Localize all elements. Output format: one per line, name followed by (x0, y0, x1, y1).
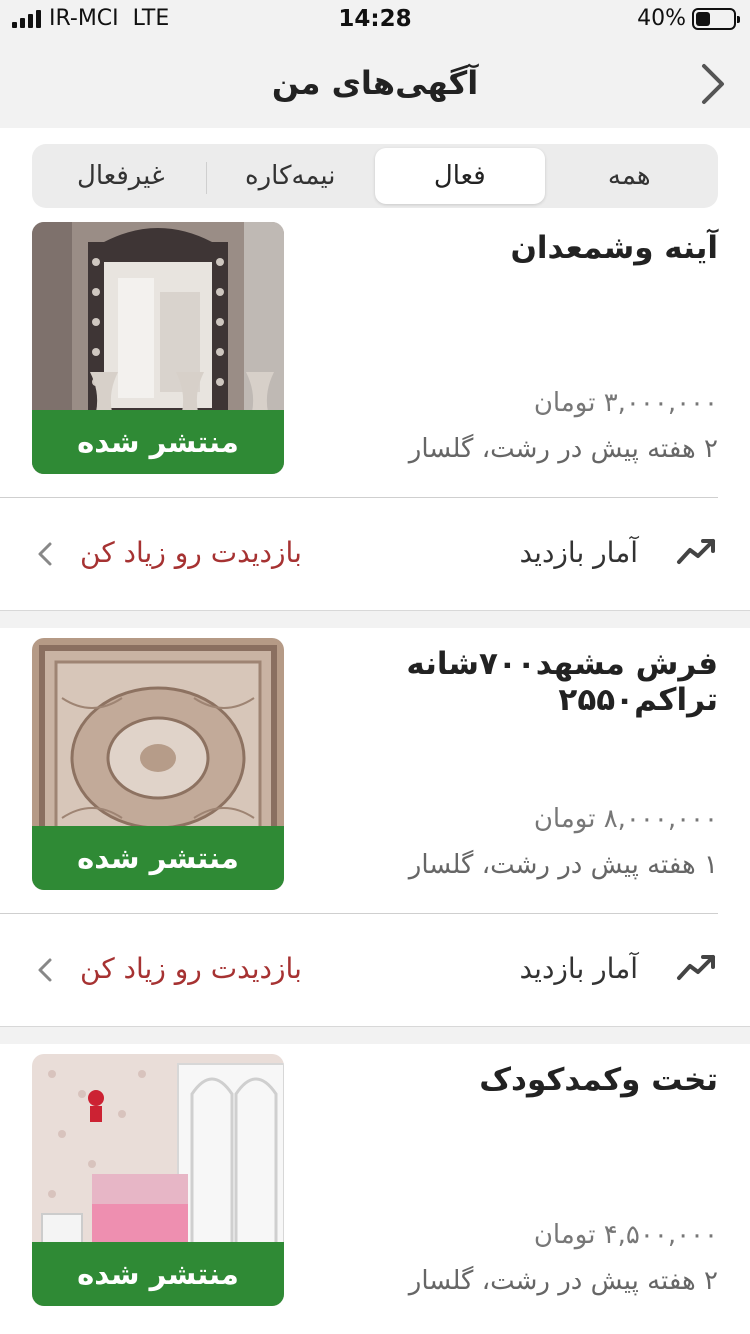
tab-all[interactable]: همه (545, 148, 715, 204)
listing-price: ۴,۵۰۰,۰۰۰ تومان (533, 1220, 718, 1250)
listing-card[interactable]: منتشر شده فرش مشهد۷۰۰شانه تراکم۲۵۵۰ ۸,۰۰… (0, 638, 750, 1044)
status-tabs: همه فعال نیمه‌کاره غیرفعال (32, 144, 718, 208)
tab-inactive[interactable]: غیرفعال (36, 148, 206, 204)
nav-bar: آگهی‌های من (0, 40, 750, 128)
trending-up-icon (677, 955, 715, 980)
tab-label: غیرفعال (76, 161, 165, 191)
listing-price: ۳,۰۰۰,۰۰۰ تومان (533, 388, 718, 418)
stats-link[interactable]: آمار بازدید (519, 952, 638, 985)
listing-title: فرش مشهد۷۰۰شانه تراکم۲۵۵۰ (406, 646, 718, 718)
listing-list: منتشر شده آینه وشمعدان ۳,۰۰۰,۰۰۰ تومان ۲… (0, 222, 750, 1330)
listing-price: ۸,۰۰۰,۰۰۰ تومان (533, 804, 718, 834)
status-badge: منتشر شده (32, 410, 284, 474)
tab-label: همه (607, 161, 651, 191)
listing-meta: ۲ هفته پیش در رشت، گلسار (408, 434, 718, 464)
status-right: 40% (637, 6, 740, 31)
boost-link[interactable]: بازدیدت رو زیاد کن (80, 952, 302, 985)
listing-title: آینه وشمعدان (510, 230, 718, 266)
chevron-left-icon[interactable] (36, 540, 54, 568)
tab-draft[interactable]: نیمه‌کاره (205, 148, 376, 204)
tab-active[interactable]: فعال (375, 148, 545, 204)
listing-card[interactable]: منتشر شده آینه وشمعدان ۳,۰۰۰,۰۰۰ تومان ۲… (0, 222, 750, 628)
battery-icon (692, 7, 740, 30)
listing-actions: آمار بازدید بازدیدت رو زیاد کن (0, 914, 750, 1026)
chevron-left-icon[interactable] (36, 956, 54, 984)
boost-link[interactable]: بازدیدت رو زیاد کن (80, 536, 302, 569)
listing-actions: آمار بازدید بازدیدت رو زیاد کن (0, 498, 750, 610)
section-gap (0, 1026, 750, 1044)
status-badge: منتشر شده (32, 826, 284, 890)
status-bar: IR-MCI LTE 14:28 40% (0, 0, 750, 40)
listing-meta: ۱ هفته پیش در رشت، گلسار (408, 850, 718, 880)
tab-label: نیمه‌کاره (244, 161, 336, 191)
battery-percent: 40% (637, 6, 686, 31)
status-badge: منتشر شده (32, 1242, 284, 1306)
listing-photo-mirror[interactable]: منتشر شده (32, 222, 284, 474)
chevron-right-icon[interactable] (692, 62, 732, 106)
listing-photo-carpet[interactable]: منتشر شده (32, 638, 284, 890)
listing-card[interactable]: منتشر شده تخت وکمدکودک ۴,۵۰۰,۰۰۰ تومان ۲… (0, 1054, 750, 1330)
listing-meta: ۲ هفته پیش در رشت، گلسار (408, 1266, 718, 1296)
listing-photo-kids-bed[interactable]: منتشر شده (32, 1054, 284, 1306)
tab-divider (205, 162, 207, 194)
stats-link[interactable]: آمار بازدید (519, 536, 638, 569)
section-gap (0, 610, 750, 628)
trending-up-icon (677, 539, 715, 564)
tab-label: فعال (433, 161, 486, 191)
listing-title: تخت وکمدکودک (479, 1062, 718, 1098)
page-title: آگهی‌های من (271, 64, 479, 102)
